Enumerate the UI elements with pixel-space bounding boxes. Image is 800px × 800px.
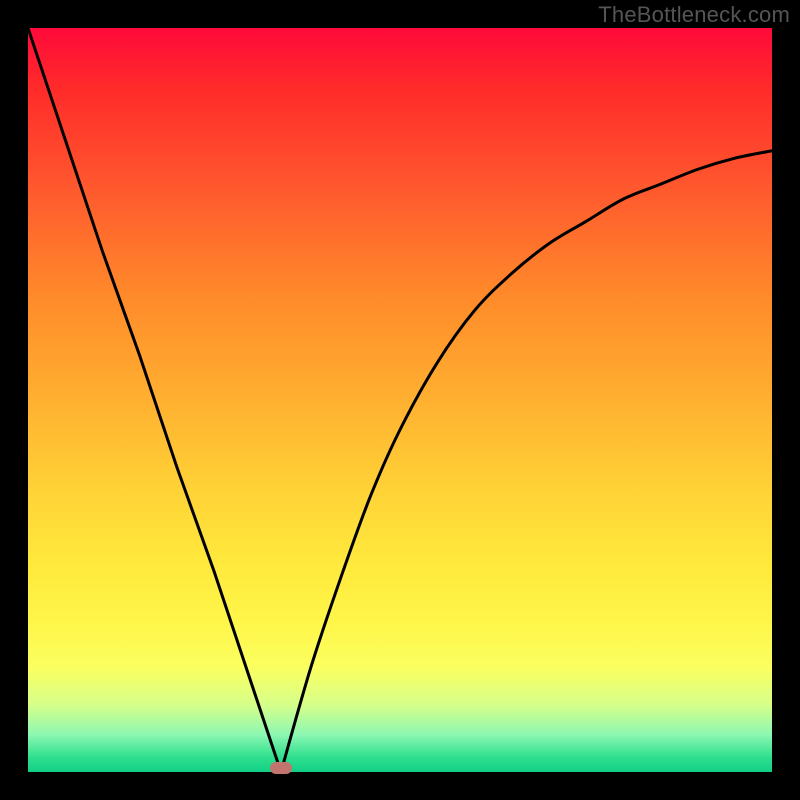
plot-area <box>28 28 772 772</box>
bottleneck-curve <box>28 28 772 772</box>
chart-frame: TheBottleneck.com <box>0 0 800 800</box>
watermark-text: TheBottleneck.com <box>598 2 790 28</box>
curve-min-marker <box>270 762 292 774</box>
